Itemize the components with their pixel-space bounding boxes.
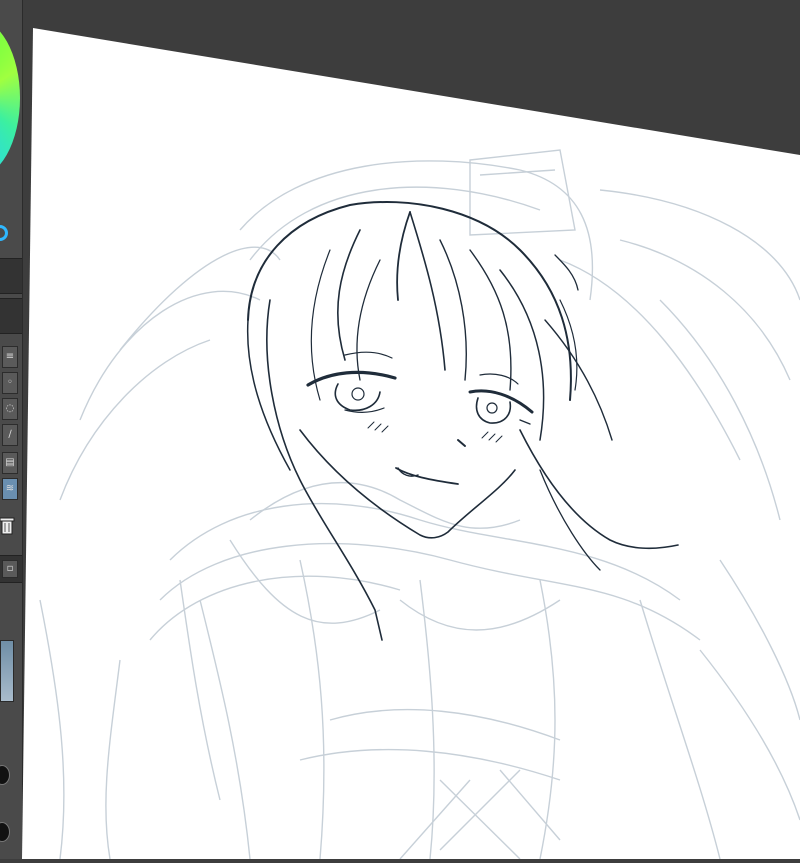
drawing-canvas[interactable] (0, 0, 800, 860)
